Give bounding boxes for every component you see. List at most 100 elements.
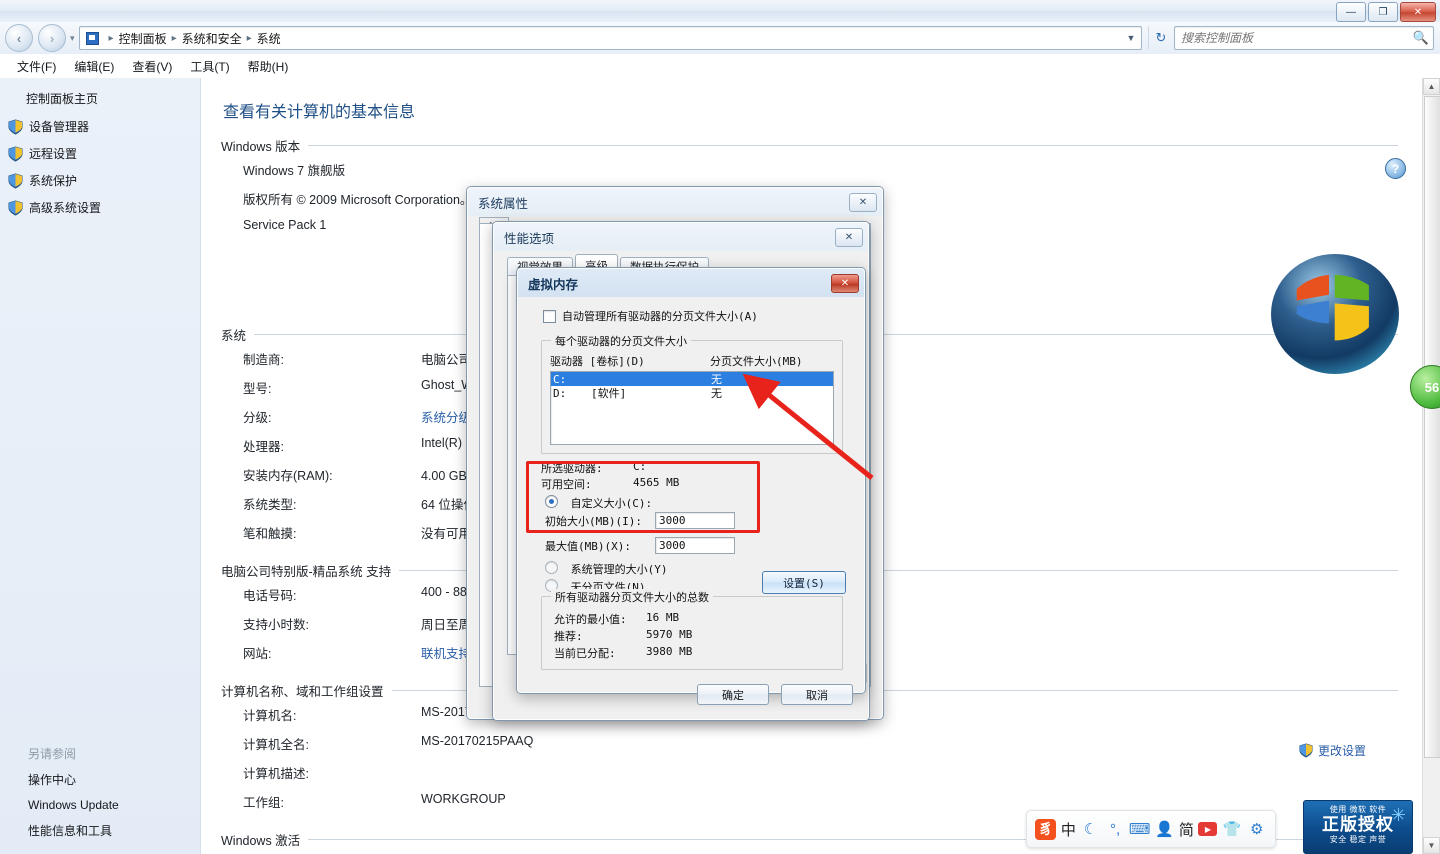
set-button[interactable]: 设置(S): [762, 571, 846, 594]
sidebar-item-device-manager[interactable]: 设备管理器: [0, 113, 200, 140]
sidebar-item-label: 设备管理器: [29, 120, 90, 134]
back-button[interactable]: ‹: [5, 24, 33, 52]
close-icon[interactable]: ✕: [831, 273, 859, 293]
forward-chevron-icon: ›: [49, 30, 55, 46]
skin-icon[interactable]: 👕: [1222, 819, 1242, 839]
menu-file[interactable]: 文件(F): [8, 55, 65, 78]
sidebar-item-advanced-system-settings[interactable]: 高级系统设置: [0, 194, 200, 221]
sidebar-item-home[interactable]: 控制面板主页: [0, 78, 200, 113]
auto-manage-row[interactable]: 自动管理所有驱动器的分页文件大小(A): [543, 308, 865, 324]
address-bar[interactable]: ▸ 控制面板 ▸ 系统和安全 ▸ 系统 ▼: [78, 26, 1142, 50]
menu-bar: 文件(F) 编辑(E) 查看(V) 工具(T) 帮助(H): [0, 54, 1440, 79]
dialog-button-row: 确定 取消: [697, 684, 853, 705]
section-header: Windows 版本: [221, 140, 301, 154]
simplified-chinese-icon[interactable]: 简: [1179, 819, 1194, 840]
search-icon: 🔍: [1412, 30, 1429, 45]
auto-manage-checkbox[interactable]: [543, 309, 556, 323]
custom-size-radio-row[interactable]: 自定义大小(C):: [545, 495, 652, 511]
star-icon: ✳: [1390, 805, 1406, 825]
row-key: 计算机描述:: [243, 767, 309, 781]
row-key: 分级:: [243, 411, 272, 425]
sidebar: 控制面板主页 设备管理器 远程设置 系统保护 高级系统设置 另请参阅 操作中心 …: [0, 78, 201, 854]
keyboard-icon[interactable]: ⌨: [1129, 819, 1151, 839]
row-key: 允许的最小值:: [554, 613, 627, 626]
selected-drive-label: 所选驱动器:: [541, 462, 603, 475]
row-key: 处理器:: [243, 440, 284, 454]
totals-group-label: 所有驱动器分页文件大小的总数: [551, 589, 713, 605]
vertical-scrollbar[interactable]: ▲ ▼: [1422, 78, 1440, 854]
table-row: 推荐: 5970 MB: [554, 628, 692, 644]
custom-size-radio[interactable]: [545, 495, 558, 508]
video-record-icon[interactable]: ▶: [1198, 822, 1218, 836]
window-titlebar: — ❐ ✕: [0, 0, 1440, 23]
scroll-down-arrow-icon[interactable]: ▼: [1423, 837, 1440, 854]
breadcrumb-item-1[interactable]: 系统和安全: [182, 30, 242, 47]
user-icon[interactable]: 👤: [1154, 819, 1174, 839]
sidebar-item-windows-update[interactable]: Windows Update: [0, 793, 200, 817]
row-value-link[interactable]: 联机支持: [421, 643, 471, 662]
table-row: 计算机全名: MS-20170215PAAQ: [243, 729, 1428, 758]
activation-status: Windows 已激活: [243, 849, 1428, 854]
sidebar-item-performance-tools[interactable]: 性能信息和工具: [0, 817, 200, 844]
address-dropdown-icon[interactable]: ▼: [1123, 33, 1139, 43]
ok-button[interactable]: 确定: [697, 684, 769, 705]
close-icon[interactable]: ✕: [835, 227, 863, 247]
selected-drive-row: 所选驱动器: C:: [541, 460, 646, 476]
dialog-titlebar: 性能选项 ✕: [494, 223, 868, 251]
sidebar-item-system-protection[interactable]: 系统保护: [0, 167, 200, 194]
change-settings-link[interactable]: 更改设置: [1299, 742, 1366, 759]
breadcrumb-item-2[interactable]: 系统: [257, 30, 281, 47]
close-icon[interactable]: ✕: [849, 192, 877, 212]
search-input[interactable]: [1179, 30, 1413, 46]
menu-tools[interactable]: 工具(T): [181, 55, 238, 78]
menu-help[interactable]: 帮助(H): [239, 55, 298, 78]
ime-toolbar[interactable]: 豸 中 ☾ °, ⌨ 👤 简 ▶ 👕 ⚙: [1026, 810, 1276, 848]
sidebar-item-action-center[interactable]: 操作中心: [0, 766, 200, 793]
max-size-input[interactable]: [655, 537, 735, 554]
table-row: 允许的最小值: 16 MB: [554, 611, 679, 627]
initial-size-input[interactable]: [655, 512, 735, 529]
scrollbar-thumb[interactable]: [1424, 96, 1440, 758]
system-managed-radio-row[interactable]: 系统管理的大小(Y): [545, 561, 668, 577]
row-value: WORKGROUP: [421, 792, 506, 806]
menu-edit[interactable]: 编辑(E): [65, 55, 123, 78]
breadcrumb-item-0[interactable]: 控制面板: [119, 30, 167, 47]
close-button[interactable]: ✕: [1400, 2, 1436, 22]
drive-pagefile-size: 无: [711, 387, 722, 400]
row-value: 16 MB: [646, 611, 680, 624]
gear-icon[interactable]: ⚙: [1247, 819, 1267, 839]
breadcrumb: ▸ 控制面板 ▸ 系统和安全 ▸ 系统: [104, 30, 281, 47]
maximize-button[interactable]: ❐: [1368, 2, 1398, 22]
menu-view[interactable]: 查看(V): [123, 55, 181, 78]
drive-letter: D:: [553, 386, 567, 400]
forward-button[interactable]: ›: [38, 24, 66, 52]
help-button[interactable]: ?: [1385, 158, 1406, 179]
row-key: 安装内存(RAM):: [243, 469, 333, 483]
sidebar-item-label: 高级系统设置: [29, 201, 102, 215]
free-space-row: 可用空间: 4565 MB: [541, 476, 679, 492]
ime-mode-icon[interactable]: 中: [1061, 819, 1076, 840]
punctuation-icon[interactable]: °,: [1105, 819, 1125, 839]
search-box[interactable]: 🔍: [1174, 26, 1434, 50]
sidebar-item-remote-settings[interactable]: 远程设置: [0, 140, 200, 167]
drive-volume: [软件]: [591, 387, 627, 400]
selected-drive-value: C:: [633, 460, 647, 473]
minimize-button[interactable]: —: [1336, 2, 1366, 22]
refresh-button[interactable]: ↻: [1148, 26, 1174, 50]
history-dropdown-icon[interactable]: ▾: [70, 33, 75, 44]
sogou-logo-icon[interactable]: 豸: [1035, 818, 1057, 840]
cancel-button[interactable]: 取消: [781, 684, 853, 705]
row-key: 网站:: [243, 647, 272, 661]
system-managed-radio[interactable]: [545, 561, 558, 574]
window-controls: — ❐ ✕: [1336, 2, 1436, 22]
moon-icon[interactable]: ☾: [1081, 819, 1101, 839]
control-panel-icon: [84, 30, 100, 46]
scroll-up-arrow-icon[interactable]: ▲: [1423, 78, 1440, 95]
row-key: 工作组:: [243, 796, 284, 810]
drive-list[interactable]: C: 无 D: [软件] 无: [550, 371, 834, 445]
list-item[interactable]: C: 无: [551, 372, 833, 386]
list-item[interactable]: D: [软件] 无: [551, 386, 833, 401]
breadcrumb-separator-2: ▸: [246, 32, 252, 44]
row-value: 3980 MB: [646, 645, 693, 658]
column-drive: 驱动器 [卷标](D): [550, 355, 645, 368]
